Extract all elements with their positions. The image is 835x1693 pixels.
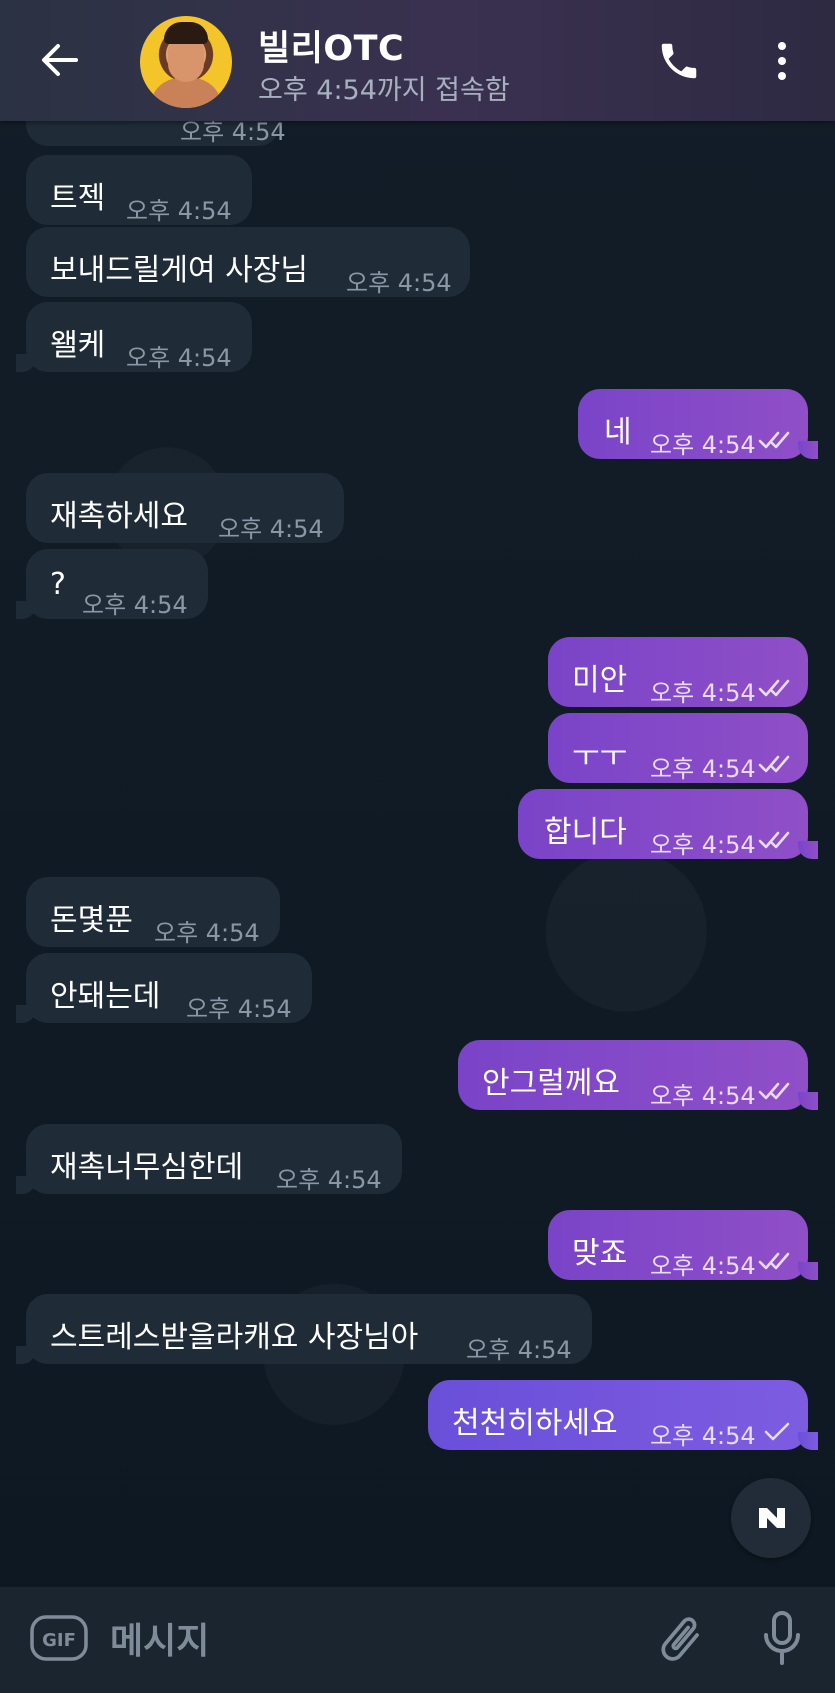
microphone-icon bbox=[764, 1611, 800, 1665]
message-incoming[interactable]: 보내드릴게여 사장님 오후 4:54 bbox=[26, 227, 470, 297]
avatar[interactable] bbox=[140, 16, 232, 108]
message-outgoing[interactable]: 천천히하세요 오후 4:54 bbox=[428, 1380, 818, 1450]
message-incoming[interactable]: 트젝 오후 4:54 bbox=[26, 155, 252, 225]
message-input-bar: GIF bbox=[0, 1587, 835, 1693]
message-outgoing[interactable]: 미안 오후 4:54 bbox=[548, 637, 808, 707]
message-outgoing[interactable]: 합니다 오후 4:54 bbox=[518, 789, 818, 859]
more-menu-button[interactable] bbox=[770, 38, 794, 84]
double-check-icon bbox=[758, 1082, 790, 1100]
double-check-icon bbox=[758, 679, 790, 697]
message-incoming[interactable]: ? 오후 4:54 bbox=[16, 549, 208, 619]
paperclip-icon bbox=[661, 1617, 699, 1661]
message-outgoing[interactable]: 맞죠 오후 4:54 bbox=[548, 1210, 818, 1280]
gif-button[interactable]: GIF bbox=[30, 1613, 88, 1663]
message-incoming[interactable]: 재촉하세요 오후 4:54 bbox=[26, 473, 344, 543]
scroll-down-icon bbox=[759, 1508, 785, 1528]
message-incoming[interactable]: 스트레스받을라캐요 사장님아 오후 4:54 bbox=[16, 1294, 592, 1364]
message-outgoing[interactable]: 안그럴께요 오후 4:54 bbox=[458, 1040, 818, 1110]
chat-header: 빌리OTC 오후 4:54까지 접속함 bbox=[0, 0, 835, 121]
message-incoming[interactable]: 왤케 오후 4:54 bbox=[16, 302, 252, 372]
microphone-button[interactable] bbox=[758, 1609, 806, 1669]
attach-button[interactable] bbox=[652, 1611, 708, 1667]
message-incoming[interactable]: 돈몇푼 오후 4:54 bbox=[26, 877, 280, 947]
double-check-icon bbox=[758, 755, 790, 773]
single-check-icon bbox=[764, 1422, 790, 1441]
gif-label: GIF bbox=[42, 1630, 76, 1651]
double-check-icon bbox=[758, 831, 790, 849]
message-outgoing[interactable]: 네 오후 4:54 bbox=[578, 389, 818, 459]
phone-icon bbox=[661, 43, 697, 79]
call-button[interactable] bbox=[656, 38, 702, 84]
double-check-icon bbox=[758, 431, 790, 449]
message-incoming[interactable]: 재촉너무심한데 오후 4:54 bbox=[16, 1124, 402, 1194]
last-seen-status: 오후 4:54까지 접속함 bbox=[258, 75, 510, 106]
back-button[interactable] bbox=[36, 36, 84, 84]
message-input[interactable] bbox=[108, 1605, 632, 1677]
message-incoming[interactable]: 안돼는데 오후 4:54 bbox=[16, 953, 312, 1023]
message-outgoing[interactable]: ㅜㅜ 오후 4:54 bbox=[548, 713, 808, 783]
scroll-down-button[interactable] bbox=[731, 1478, 811, 1558]
chat-title[interactable]: 빌리OTC bbox=[258, 20, 404, 71]
more-vertical-icon bbox=[778, 42, 786, 80]
double-check-icon bbox=[758, 1252, 790, 1270]
back-arrow-icon bbox=[42, 44, 78, 76]
